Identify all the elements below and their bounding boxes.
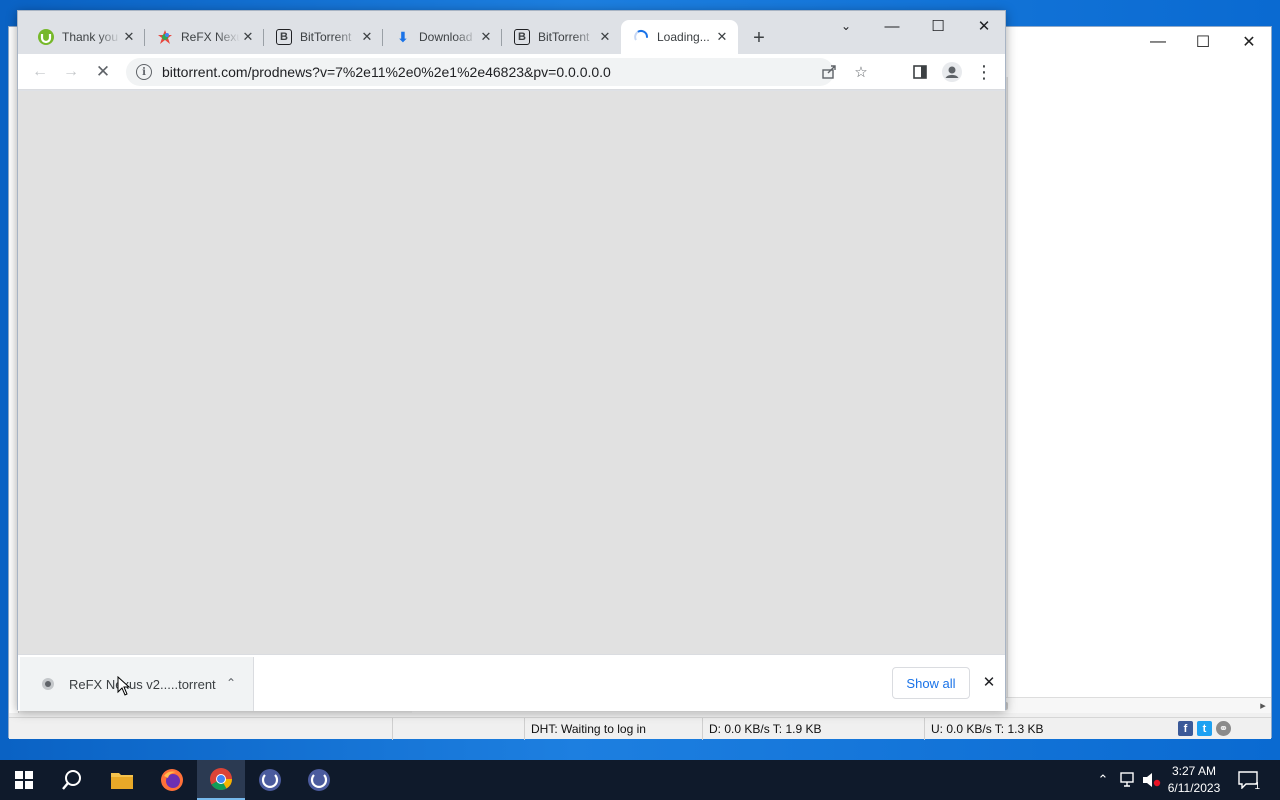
tab-close-icon[interactable]: ✕ — [478, 29, 494, 45]
firefox-icon[interactable] — [148, 760, 196, 800]
utorrent-icon — [38, 29, 54, 45]
upload-rate: U: 0.0 KB/s T: 1.3 KB — [924, 718, 1146, 740]
tab-loading[interactable]: Loading... ✕ — [621, 20, 738, 54]
tab-close-icon[interactable]: ✕ — [359, 29, 375, 45]
bittorrent-b-icon: B — [276, 29, 292, 45]
new-tab-button[interactable]: + — [748, 27, 770, 49]
globe-icon[interactable]: ⚭ — [1216, 721, 1231, 736]
browser-toolbar: ← → ✕ i bittorrent.com/prodnews?v=7%2e11… — [18, 54, 1005, 90]
download-file-name: ReFX Nexus v2.....torrent — [69, 676, 216, 692]
bittorrent-main-panel — [1007, 77, 1271, 697]
close-button[interactable]: ✕ — [961, 11, 1007, 41]
file-explorer-icon[interactable] — [98, 760, 146, 800]
chrome-icon[interactable] — [197, 760, 245, 800]
tab-close-icon[interactable]: ✕ — [597, 29, 613, 45]
menu-kebab-icon[interactable]: ⋮ — [971, 59, 997, 85]
chevron-up-icon[interactable]: ⌃ — [1094, 760, 1112, 800]
tab-title: Download — [419, 30, 473, 44]
maximize-button[interactable]: ☐ — [915, 11, 961, 41]
tab-title: ReFX Nexus — [181, 30, 240, 44]
chevron-up-icon[interactable]: ⌃ — [223, 675, 239, 691]
status-empty-segment — [392, 718, 524, 740]
tab-search-button[interactable]: ⌄ — [823, 11, 869, 41]
twitter-icon[interactable]: t — [1197, 721, 1212, 736]
tab-bittorrent-2[interactable]: B BitTorrent ✕ — [502, 20, 621, 54]
download-icon: ⬇ — [397, 28, 409, 45]
bg-maximize-button[interactable]: ☐ — [1180, 27, 1226, 57]
torrent-file-icon — [40, 676, 56, 692]
tab-title: BitTorrent — [300, 30, 352, 44]
dht-status: DHT: Waiting to log in — [524, 718, 702, 740]
page-viewport — [18, 91, 1005, 654]
bookmark-star-icon[interactable]: ☆ — [852, 63, 870, 81]
tab-title: BitTorrent — [538, 30, 590, 44]
bittorrent-icon[interactable] — [295, 760, 343, 800]
tab-close-icon[interactable]: ✕ — [240, 29, 256, 45]
share-icon[interactable] — [820, 63, 838, 81]
tab-refx-nexus[interactable]: ReFX Nexus ✕ — [145, 20, 264, 54]
scroll-right-arrow-icon[interactable]: ▸ — [1257, 698, 1269, 714]
tab-bittorrent-1[interactable]: B BitTorrent ✕ — [264, 20, 383, 54]
download-item[interactable]: ReFX Nexus v2.....torrent ⌃ — [20, 657, 254, 711]
clock-date: 6/11/2023 — [1167, 781, 1221, 795]
bg-close-button[interactable]: ✕ — [1226, 27, 1272, 57]
chrome-window: Thank you ✕ ReFX Nexus ✕ B BitTorrent ✕ … — [17, 10, 1006, 711]
volume-muted-icon[interactable] — [1140, 760, 1162, 800]
stop-loading-button[interactable]: ✕ — [90, 59, 116, 85]
tab-title: Loading... — [657, 30, 710, 44]
minimize-button[interactable]: — — [869, 11, 915, 41]
site-info-icon[interactable]: i — [136, 64, 152, 80]
bittorrent-statusbar: DHT: Waiting to log in D: 0.0 KB/s T: 1.… — [9, 717, 1271, 740]
url-text[interactable]: bittorrent.com/prodnews?v=7%2e11%2e0%2e1… — [162, 64, 611, 80]
address-bar[interactable]: i bittorrent.com/prodnews?v=7%2e11%2e0%2… — [126, 58, 868, 86]
system-clock[interactable]: 3:27 AM 6/11/2023 — [1160, 763, 1228, 797]
loading-spinner-icon — [633, 29, 649, 45]
close-download-shelf-icon[interactable]: ✕ — [978, 671, 1000, 693]
tab-strip: Thank you ✕ ReFX Nexus ✕ B BitTorrent ✕ … — [18, 11, 1005, 54]
tab-download[interactable]: ⬇ Download ✕ — [383, 20, 502, 54]
back-button[interactable]: ← — [27, 59, 53, 85]
notification-center-icon[interactable]: 1 — [1236, 760, 1260, 800]
download-shelf: ReFX Nexus v2.....torrent ⌃ Show all ✕ — [18, 654, 1005, 711]
tab-close-icon[interactable]: ✕ — [121, 29, 137, 45]
tab-title: Thank you — [62, 30, 119, 44]
start-icon[interactable] — [0, 760, 48, 800]
side-panel-icon[interactable] — [907, 59, 933, 85]
notification-count: 1 — [1254, 781, 1260, 792]
social-links: f t ⚭ — [1178, 721, 1231, 736]
clock-time: 3:27 AM — [1171, 764, 1217, 778]
tab-thank-you[interactable]: Thank you ✕ — [26, 20, 145, 54]
download-rate: D: 0.0 KB/s T: 1.9 KB — [702, 718, 924, 740]
windows-taskbar: ⌃ 3:27 AM 6/11/2023 1 — [0, 760, 1280, 800]
network-icon[interactable] — [1116, 760, 1138, 800]
show-all-button[interactable]: Show all — [892, 667, 970, 699]
bittorrent-icon[interactable] — [246, 760, 294, 800]
bittorrent-b-icon: B — [514, 29, 530, 45]
profile-avatar-icon[interactable] — [939, 59, 965, 85]
mouse-cursor-icon — [117, 676, 131, 696]
forward-button[interactable]: → — [58, 59, 84, 85]
refx-icon — [157, 29, 173, 45]
facebook-icon[interactable]: f — [1178, 721, 1193, 736]
bg-minimize-button[interactable]: — — [1135, 27, 1181, 57]
search-icon[interactable] — [48, 760, 96, 800]
tab-close-icon[interactable]: ✕ — [714, 29, 730, 45]
